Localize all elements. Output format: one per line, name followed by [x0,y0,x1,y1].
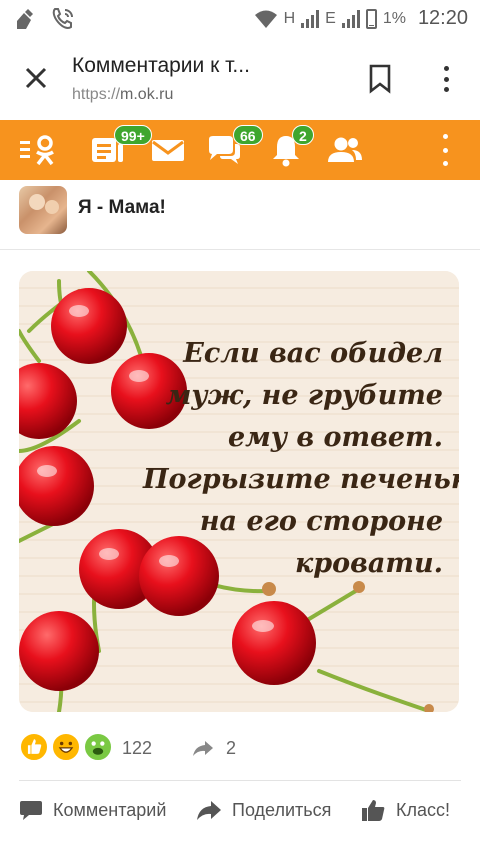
cleaner-icon [17,9,33,29]
ok-logo-menu-icon [20,135,54,166]
share-icon [197,801,221,820]
post-image[interactable]: Если вас обидел муж, не грубите ему в от… [19,271,459,712]
ok-toolbar: 99+ 66 2 [0,120,480,180]
close-icon [25,67,47,89]
caption-line: Если вас обидел [183,338,443,369]
network-e-label: E [325,9,336,27]
reactions-count: 122 [122,738,153,758]
signal-icon-2 [341,9,360,28]
ok-menu-logo-button[interactable] [18,120,62,180]
menu-dot [443,87,449,92]
share-button[interactable]: Поделиться [196,790,331,830]
group-header[interactable]: Я - Мама! [0,180,480,250]
network-h-label: H [283,9,296,27]
menu-dot [443,66,449,71]
group-name[interactable]: Я - Мама! [78,197,166,219]
comment-icon [20,801,42,820]
share-arrow-icon [193,741,213,756]
battery-level: 1% [382,9,406,27]
bookmark-button[interactable] [368,64,392,94]
toolbar-more-button[interactable] [440,134,450,166]
post-actions: Комментарий Поделиться Класс! [0,790,480,830]
comment-label: Комментарий [53,799,167,820]
wifi-icon [254,10,277,28]
shares-count: 2 [226,738,237,758]
friends-button[interactable] [325,120,365,180]
like-reaction-icon [19,732,49,762]
browser-bar: Комментарии к т... https://m.ok.ru [0,38,480,120]
status-left-icons [14,6,76,32]
comment-button[interactable]: Комментарий [19,790,166,830]
envelope-icon [152,140,184,161]
phone-wifi-icon [52,8,73,29]
status-right-icons: H E 1% 12:20 [254,7,468,30]
share-label: Поделиться [232,799,332,820]
notifications-badge: 2 [292,125,314,145]
close-button[interactable] [18,60,54,96]
clock: 12:20 [417,7,468,29]
more-dot [442,161,448,166]
post-caption: Если вас обидел муж, не грубите ему в от… [143,333,459,585]
feed-badge: 99+ [114,125,152,145]
messages-button[interactable] [148,120,188,180]
avatar[interactable] [19,186,67,234]
divider [19,780,461,781]
status-bar: H E 1% 12:20 [0,0,480,38]
battery-icon [365,8,377,29]
reactions-row[interactable]: 122 2 [19,732,459,764]
excited-reaction-icon [83,732,113,762]
url-scheme: https:// [72,86,121,103]
more-dot [442,134,448,139]
page-url: https://m.ok.ru [72,86,173,104]
thumbs-up-icon [362,800,385,821]
friends-icon [328,137,362,162]
page-title: Комментарии к т... [72,54,250,77]
caption-line: на его стороне [199,506,443,537]
caption-line: ему в ответ. [228,422,443,453]
caption-line: муж, не грубите [165,380,443,411]
bookmark-icon [369,64,391,94]
like-label: Класс! [396,799,450,820]
browser-menu-button[interactable] [434,62,458,96]
like-button[interactable]: Класс! [360,790,450,830]
caption-line: Погрызите печеньки [143,464,459,495]
caption-line: кровати. [295,548,443,579]
discussions-badge: 66 [233,125,263,145]
menu-dot [443,76,449,82]
url-host: m.ok.ru [120,86,174,103]
laugh-reaction-icon [51,732,81,762]
more-dot [442,147,448,153]
signal-icon [301,9,320,28]
